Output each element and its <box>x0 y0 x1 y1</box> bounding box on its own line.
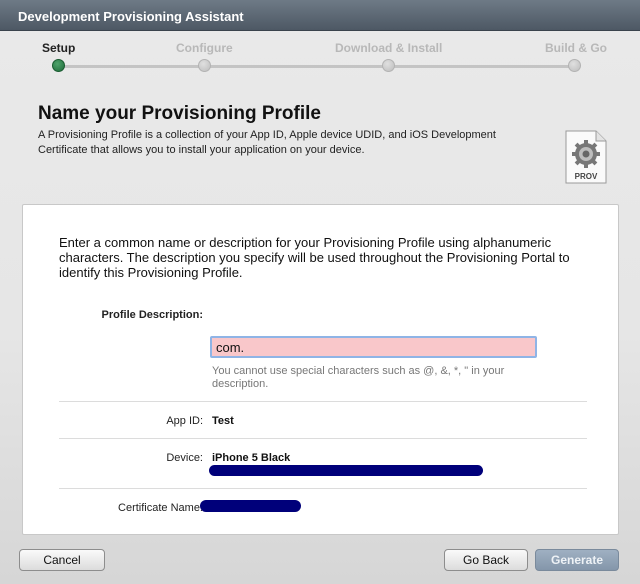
step-build-go-label: Build & Go <box>545 41 607 55</box>
profile-description-input[interactable] <box>210 336 537 358</box>
cancel-button[interactable]: Cancel <box>19 549 105 571</box>
step-download-install-label: Download & Install <box>335 41 443 55</box>
row-divider <box>59 438 587 439</box>
go-back-button[interactable]: Go Back <box>444 549 528 571</box>
step-download-install-dot <box>382 59 395 72</box>
step-build-go-dot <box>568 59 581 72</box>
page-title: Name your Provisioning Profile <box>38 103 321 124</box>
prov-icon-label: PROV <box>575 172 598 181</box>
profile-description-label: Profile Description: <box>101 309 203 321</box>
form-intro-text: Enter a common name or description for y… <box>59 235 570 280</box>
device-label: Device: <box>166 452 203 464</box>
device-value: iPhone 5 Black <box>212 452 291 464</box>
certificate-name-label: Certificate Name: <box>118 502 203 514</box>
window-title-bar: Development Provisioning Assistant <box>0 0 640 31</box>
assistant-window: Setup Configure Download & Install Build… <box>0 31 640 584</box>
step-progress: Setup Configure Download & Install Build… <box>0 31 640 91</box>
app-id-value: Test <box>212 415 234 427</box>
generate-button[interactable]: Generate <box>535 549 619 571</box>
window-title: Development Provisioning Assistant <box>18 9 244 24</box>
profile-description-hint: You cannot use special characters such a… <box>212 365 505 390</box>
step-setup-label: Setup <box>42 41 76 55</box>
step-configure-label: Configure <box>176 41 233 55</box>
row-divider <box>59 488 587 489</box>
prov-document-icon: PROV <box>565 130 607 184</box>
page-description: A Provisioning Profile is a collection o… <box>38 129 496 156</box>
app-id-label: App ID: <box>166 415 203 427</box>
step-configure-dot <box>198 59 211 72</box>
step-setup-dot <box>52 59 65 72</box>
device-udid-redaction <box>209 465 483 476</box>
form-panel: Enter a common name or description for y… <box>22 204 619 535</box>
step-track <box>58 65 576 68</box>
certificate-name-redaction <box>200 500 301 512</box>
row-divider <box>59 401 587 402</box>
